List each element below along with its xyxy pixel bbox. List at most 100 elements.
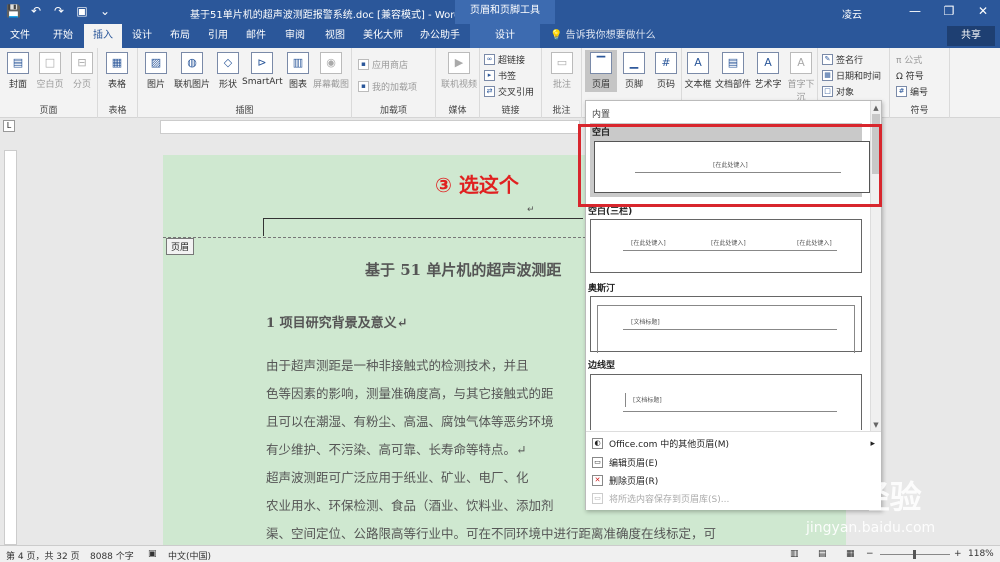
user-name[interactable]: 凌云 — [842, 6, 862, 21]
web-layout-icon[interactable]: ▦ — [846, 549, 855, 559]
print-preview-icon[interactable]: ▣ — [75, 4, 89, 18]
cross-ref-icon: ⇄ — [484, 86, 495, 97]
close-icon[interactable]: ✕ — [966, 0, 1000, 24]
tab-home[interactable]: 开始 — [44, 24, 82, 48]
shapes-button[interactable]: ◇ 形状 — [212, 52, 244, 90]
quick-access-toolbar: 💾 ↶ ↷ ▣ ⌄ — [6, 4, 112, 18]
tab-header-footer-design[interactable]: 设计 — [470, 24, 540, 48]
chart-button[interactable]: ▥ 图表 — [282, 52, 314, 90]
redo-icon[interactable]: ↷ — [52, 4, 66, 18]
tab-layout[interactable]: 布局 — [162, 24, 198, 48]
menu-item-remove-header[interactable]: ✕ 删除页眉(R) — [592, 474, 658, 487]
step-annotation: ③ 选这个 — [435, 173, 519, 197]
scroll-down-icon[interactable]: ▼ — [871, 421, 881, 429]
header-paragraph-mark: ↵ — [527, 205, 535, 215]
group-illustrations: ▨ 图片 ◍ 联机图片 ◇ 形状 ⊳ SmartArt ▥ 图表 ◉ 屏幕截图 插图 — [138, 48, 352, 118]
group-label-tables: 表格 — [108, 106, 127, 116]
zoom-in-button[interactable]: + — [954, 549, 962, 559]
bookmark-icon: ▸ — [484, 70, 495, 81]
calendar-icon: ▦ — [822, 70, 833, 81]
preview-rule — [623, 329, 837, 330]
picture-button[interactable]: ▨ 图片 — [140, 52, 172, 90]
placeholder-text: [在此处键入] — [631, 240, 666, 247]
tab-references[interactable]: 引用 — [200, 24, 236, 48]
cover-button[interactable]: ▤ 封面 — [2, 52, 34, 90]
gallery-item-austin[interactable]: [文档标题] — [590, 296, 862, 353]
page-break-button[interactable]: ⊟ 分页 — [66, 52, 98, 90]
menu-item-save-to-gallery[interactable]: ▭ 将所选内容保存到页眉库(S)... — [592, 492, 729, 505]
tab-beautify[interactable]: 美化大师 — [356, 24, 410, 48]
date-time-button[interactable]: ▦ 日期和时间 — [822, 69, 881, 82]
ribbon-tabs: 文件 开始 插入 设计 布局 引用 邮件 审阅 视图 美化大师 办公助手 设计 … — [0, 24, 1000, 48]
my-addins-button[interactable]: ▪ 我的加载项 — [358, 80, 417, 93]
group-media: ▶ 联机视频 媒体 — [436, 48, 480, 118]
tab-design[interactable]: 设计 — [124, 24, 160, 48]
dropcap-button[interactable]: A 首字下沉 — [784, 52, 818, 103]
cross-reference-button[interactable]: ⇄ 交叉引用 — [484, 85, 534, 98]
word-count[interactable]: 8088 个字 — [90, 549, 134, 562]
doc-parts-icon: ▤ — [722, 52, 744, 74]
wordart-button[interactable]: A 艺术字 — [752, 52, 784, 90]
zoom-out-button[interactable]: − — [866, 549, 874, 559]
section-heading: 1 项目研究背景及意义↵ — [266, 316, 408, 331]
submenu-arrow-icon: ▸ — [870, 438, 875, 449]
tab-file[interactable]: 文件 — [2, 24, 38, 48]
placeholder-text: [在此处键入] — [797, 240, 832, 247]
print-layout-icon[interactable]: ▤ — [818, 549, 827, 559]
symbol-button[interactable]: Ω 符号 — [896, 69, 924, 82]
remove-header-icon: ✕ — [592, 475, 603, 486]
screenshot-button[interactable]: ◉ 屏幕截图 — [312, 52, 350, 90]
signature-line-button[interactable]: ✎ 签名行 — [822, 53, 863, 66]
gallery-item-blank-three-column[interactable]: [在此处键入] [在此处键入] [在此处键入] — [590, 219, 862, 273]
tab-insert[interactable]: 插入 — [84, 24, 122, 48]
doc-parts-button[interactable]: ▤ 文档部件 — [714, 52, 752, 90]
blank-page-icon: □ — [39, 52, 61, 74]
horizontal-ruler[interactable] — [160, 120, 580, 134]
group-label-comments: 批注 — [552, 106, 571, 116]
textbox-icon: A — [687, 52, 709, 74]
tab-view[interactable]: 视图 — [316, 24, 354, 48]
online-picture-button[interactable]: ◍ 联机图片 — [172, 52, 212, 90]
vertical-ruler[interactable] — [4, 150, 17, 545]
numbering-button[interactable]: # 编号 — [896, 85, 928, 98]
group-symbols: π 公式 Ω 符号 # 编号 符号 — [890, 48, 950, 118]
menu-item-edit-header[interactable]: ▭ 编辑页眉(E) — [592, 456, 658, 469]
equation-button[interactable]: π 公式 — [896, 53, 922, 66]
object-button[interactable]: □ 对象 — [822, 85, 854, 98]
customize-qa-icon[interactable]: ⌄ — [98, 4, 112, 18]
tab-mailings[interactable]: 邮件 — [238, 24, 274, 48]
language[interactable]: 中文(中国) — [168, 549, 211, 562]
page-number-button[interactable]: # 页码 — [650, 52, 682, 90]
title-bar: 💾 ↶ ↷ ▣ ⌄ 基于51单片机的超声波测距报警系统.doc [兼容模式] -… — [0, 0, 1000, 24]
scroll-up-icon[interactable]: ▲ — [871, 104, 881, 112]
minimize-icon[interactable]: — — [898, 0, 932, 24]
share-button[interactable]: 共享 — [947, 26, 995, 46]
header-button[interactable]: ▔ 页眉 — [585, 50, 617, 92]
object-icon: □ — [822, 86, 833, 97]
proofing-icon[interactable]: ▣ — [148, 549, 157, 559]
page-count[interactable]: 第 4 页，共 32 页 — [6, 549, 80, 562]
comment-button[interactable]: ▭ 批注 — [546, 52, 578, 90]
gallery-item-sideline[interactable]: [文档标题] — [590, 374, 862, 430]
menu-item-office-more-headers[interactable]: ◐ Office.com 中的其他页眉(M) ▸ — [592, 437, 875, 450]
group-label-illustrations: 插图 — [235, 106, 254, 116]
tab-review[interactable]: 审阅 — [276, 24, 314, 48]
zoom-slider-handle[interactable] — [913, 550, 916, 559]
bookmark-button[interactable]: ▸ 书签 — [484, 69, 516, 82]
textbox-button[interactable]: A 文本框 — [682, 52, 714, 90]
read-mode-icon[interactable]: ▥ — [790, 549, 799, 559]
zoom-level[interactable]: 118% — [968, 549, 994, 559]
table-button[interactable]: ▦ 表格 — [101, 52, 133, 90]
blank-page-button[interactable]: □ 空白页 — [34, 52, 66, 90]
tell-me-box[interactable]: 💡 告诉我你想要做什么 — [550, 24, 656, 48]
tab-office-helper[interactable]: 办公助手 — [412, 24, 468, 48]
hyperlink-button[interactable]: ∞ 超链接 — [484, 53, 525, 66]
tab-selector[interactable]: L — [3, 120, 15, 132]
online-video-button[interactable]: ▶ 联机视频 — [440, 52, 478, 90]
smartart-button[interactable]: ⊳ SmartArt — [242, 52, 283, 87]
undo-icon[interactable]: ↶ — [29, 4, 43, 18]
restore-icon[interactable]: ❐ — [932, 0, 966, 24]
store-button[interactable]: ▪ 应用商店 — [358, 58, 408, 71]
footer-button[interactable]: ▁ 页脚 — [618, 52, 650, 90]
save-icon[interactable]: 💾 — [6, 4, 21, 18]
